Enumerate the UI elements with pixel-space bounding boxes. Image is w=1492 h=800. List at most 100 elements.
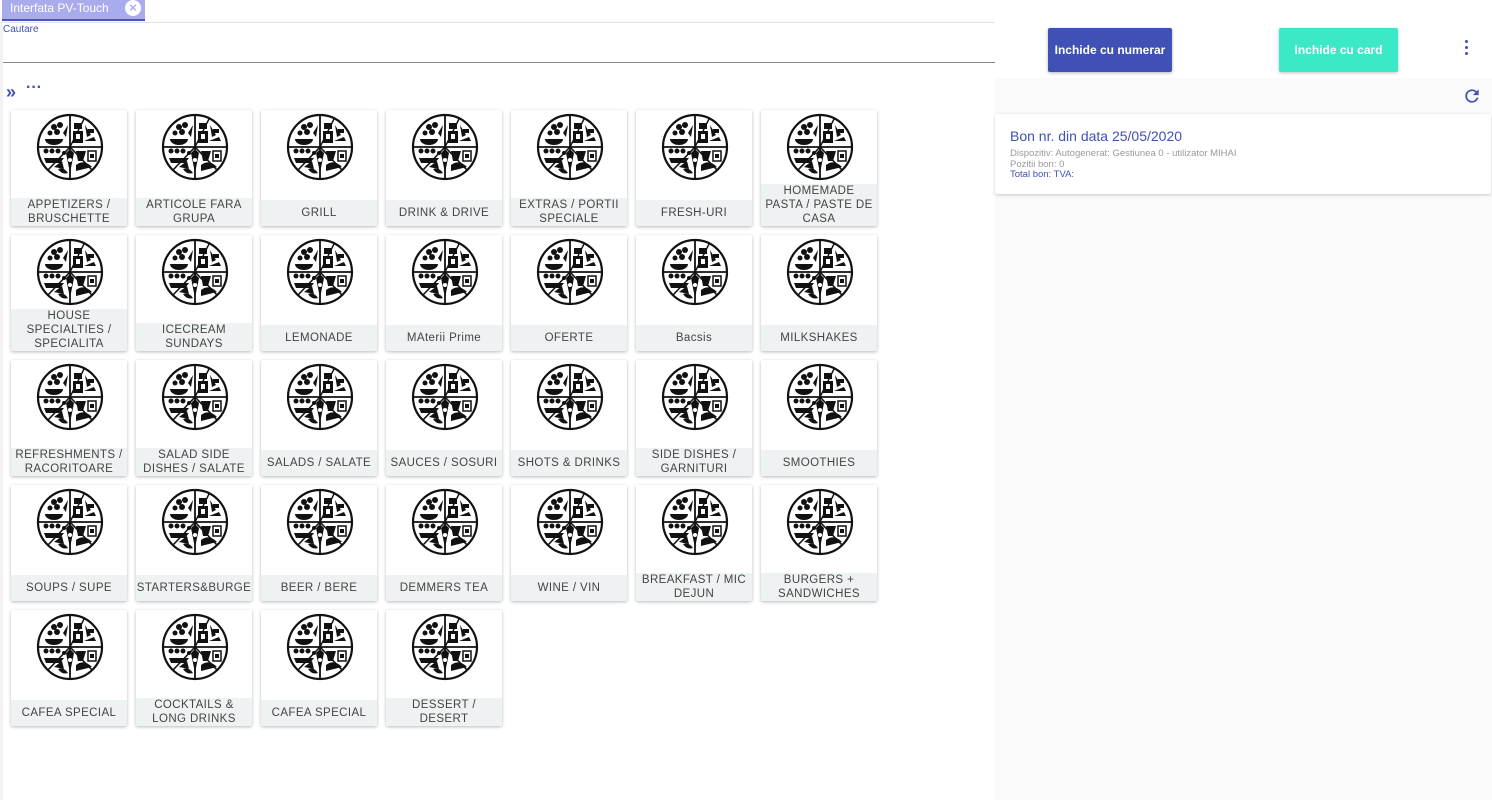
category-label: BREAKFAST / MIC DEJUN bbox=[636, 573, 752, 601]
food-category-icon bbox=[536, 488, 604, 556]
category-label: SAUCES / SOSURI bbox=[386, 450, 502, 476]
category-tile[interactable]: OFERTE bbox=[511, 235, 627, 351]
category-label: BURGERS + SANDWICHES bbox=[761, 573, 877, 601]
category-label: SIDE DISHES / GARNITURI bbox=[636, 448, 752, 476]
category-label: SALAD SIDE DISHES / SALATE bbox=[136, 448, 252, 476]
food-category-icon bbox=[536, 238, 604, 306]
category-label: SOUPS / SUPE bbox=[11, 575, 127, 601]
food-category-icon bbox=[661, 113, 729, 181]
category-label: HOMEMADE PASTA / PASTE DE CASA bbox=[761, 184, 877, 226]
food-category-icon bbox=[161, 113, 229, 181]
category-label: COCKTAILS & LONG DRINKS bbox=[136, 698, 252, 726]
category-label: ARTICOLE FARA GRUPA bbox=[136, 198, 252, 226]
category-tile[interactable]: EXTRAS / PORTII SPECIALE bbox=[511, 110, 627, 226]
category-label: FRESH-URI bbox=[636, 200, 752, 226]
category-label: DRINK & DRIVE bbox=[386, 200, 502, 226]
category-label: CAFEA SPECIAL bbox=[261, 700, 377, 726]
food-category-icon bbox=[661, 363, 729, 431]
category-label: HOUSE SPECIALTIES / SPECIALITA bbox=[11, 309, 127, 351]
category-tile[interactable]: BURGERS + SANDWICHES bbox=[761, 485, 877, 601]
receipt-panel: Inchide cu numerar Inchide cu card Bon n… bbox=[995, 22, 1492, 800]
category-tile[interactable]: COCKTAILS & LONG DRINKS bbox=[136, 610, 252, 726]
food-category-icon bbox=[411, 613, 479, 681]
category-tile[interactable]: SIDE DISHES / GARNITURI bbox=[636, 360, 752, 476]
category-tile[interactable]: ARTICOLE FARA GRUPA bbox=[136, 110, 252, 226]
refresh-icon[interactable] bbox=[1462, 86, 1482, 106]
food-category-icon bbox=[161, 613, 229, 681]
food-category-icon bbox=[286, 113, 354, 181]
category-label: APPETIZERS / BRUSCHETTE bbox=[11, 198, 127, 226]
more-vertical-icon[interactable] bbox=[1465, 40, 1471, 60]
food-category-icon bbox=[411, 238, 479, 306]
category-label: DEMMERS TEA bbox=[386, 575, 502, 601]
food-category-icon bbox=[786, 363, 854, 431]
food-category-icon bbox=[411, 488, 479, 556]
category-tile[interactable]: Bacsis bbox=[636, 235, 752, 351]
category-tile[interactable]: CAFEA SPECIAL bbox=[261, 610, 377, 726]
double-chevron-right-icon[interactable]: » bbox=[6, 82, 16, 103]
category-tile[interactable]: BEER / BERE bbox=[261, 485, 377, 601]
close-icon[interactable]: × bbox=[125, 0, 141, 16]
food-category-icon bbox=[411, 113, 479, 181]
food-category-icon bbox=[286, 238, 354, 306]
left-edge bbox=[0, 22, 3, 800]
category-tile[interactable]: WINE / VIN bbox=[511, 485, 627, 601]
food-category-icon bbox=[661, 238, 729, 306]
food-category-icon bbox=[161, 238, 229, 306]
search-input[interactable] bbox=[3, 38, 995, 63]
category-tile[interactable]: DRINK & DRIVE bbox=[386, 110, 502, 226]
food-category-icon bbox=[286, 363, 354, 431]
category-tile[interactable]: REFRESHMENTS / RACORITOARE bbox=[11, 360, 127, 476]
category-tile[interactable]: APPETIZERS / BRUSCHETTE bbox=[11, 110, 127, 226]
search-label: Cautare bbox=[3, 24, 39, 35]
category-tile[interactable]: SMOOTHIES bbox=[761, 360, 877, 476]
category-tile[interactable]: DESSERT / DESERT bbox=[386, 610, 502, 726]
category-label: REFRESHMENTS / RACORITOARE bbox=[11, 448, 127, 476]
category-tile[interactable]: BREAKFAST / MIC DEJUN bbox=[636, 485, 752, 601]
category-label: SALADS / SALATE bbox=[261, 450, 377, 476]
food-category-icon bbox=[536, 363, 604, 431]
food-category-icon bbox=[786, 238, 854, 306]
category-tile[interactable]: SALAD SIDE DISHES / SALATE bbox=[136, 360, 252, 476]
category-label: OFERTE bbox=[511, 325, 627, 351]
food-category-icon bbox=[286, 613, 354, 681]
category-tile[interactable]: MAterii Prime bbox=[386, 235, 502, 351]
category-label: GRILL bbox=[261, 200, 377, 226]
tab-pv-touch[interactable]: Interfata PV-Touch × bbox=[2, 0, 145, 21]
receipt-total: Total bon: TVA: bbox=[1010, 169, 1075, 180]
category-tile[interactable]: SAUCES / SOSURI bbox=[386, 360, 502, 476]
food-category-icon bbox=[786, 488, 854, 556]
category-label: WINE / VIN bbox=[511, 575, 627, 601]
category-label: ICECREAM SUNDAYS bbox=[136, 323, 252, 351]
category-tile[interactable]: LEMONADE bbox=[261, 235, 377, 351]
close-with-cash-button[interactable]: Inchide cu numerar bbox=[1048, 28, 1172, 72]
action-bar: Inchide cu numerar Inchide cu card bbox=[995, 22, 1492, 78]
category-label: CAFEA SPECIAL bbox=[11, 700, 127, 726]
category-tile[interactable]: GRILL bbox=[261, 110, 377, 226]
category-tile[interactable]: HOMEMADE PASTA / PASTE DE CASA bbox=[761, 110, 877, 226]
food-category-icon bbox=[286, 488, 354, 556]
food-category-icon bbox=[786, 113, 854, 181]
category-tile[interactable]: STARTERS&BURGE bbox=[136, 485, 252, 601]
food-category-icon bbox=[36, 113, 104, 181]
category-tile[interactable]: MILKSHAKES bbox=[761, 235, 877, 351]
food-category-icon bbox=[36, 613, 104, 681]
category-tile[interactable]: SALADS / SALATE bbox=[261, 360, 377, 476]
category-tile[interactable]: ICECREAM SUNDAYS bbox=[136, 235, 252, 351]
category-label: MAterii Prime bbox=[386, 325, 502, 351]
category-tile[interactable]: DEMMERS TEA bbox=[386, 485, 502, 601]
more-horizontal-icon[interactable]: ··· bbox=[26, 79, 42, 97]
category-label: MILKSHAKES bbox=[761, 325, 877, 351]
category-tile[interactable]: HOUSE SPECIALTIES / SPECIALITA bbox=[11, 235, 127, 351]
close-with-card-button[interactable]: Inchide cu card bbox=[1279, 28, 1398, 72]
food-category-icon bbox=[161, 363, 229, 431]
receipt-card[interactable]: Bon nr. din data 25/05/2020 Dispozitiv: … bbox=[995, 114, 1491, 194]
food-category-icon bbox=[36, 488, 104, 556]
category-label: STARTERS&BURGE bbox=[136, 575, 252, 601]
category-tile[interactable]: SOUPS / SUPE bbox=[11, 485, 127, 601]
category-tile[interactable]: FRESH-URI bbox=[636, 110, 752, 226]
receipt-device: Dispozitiv: Autogenerat: Gestiunea 0 - u… bbox=[1010, 148, 1237, 159]
category-tile[interactable]: CAFEA SPECIAL bbox=[11, 610, 127, 726]
category-tile[interactable]: SHOTS & DRINKS bbox=[511, 360, 627, 476]
receipt-area: Bon nr. din data 25/05/2020 Dispozitiv: … bbox=[995, 78, 1492, 800]
